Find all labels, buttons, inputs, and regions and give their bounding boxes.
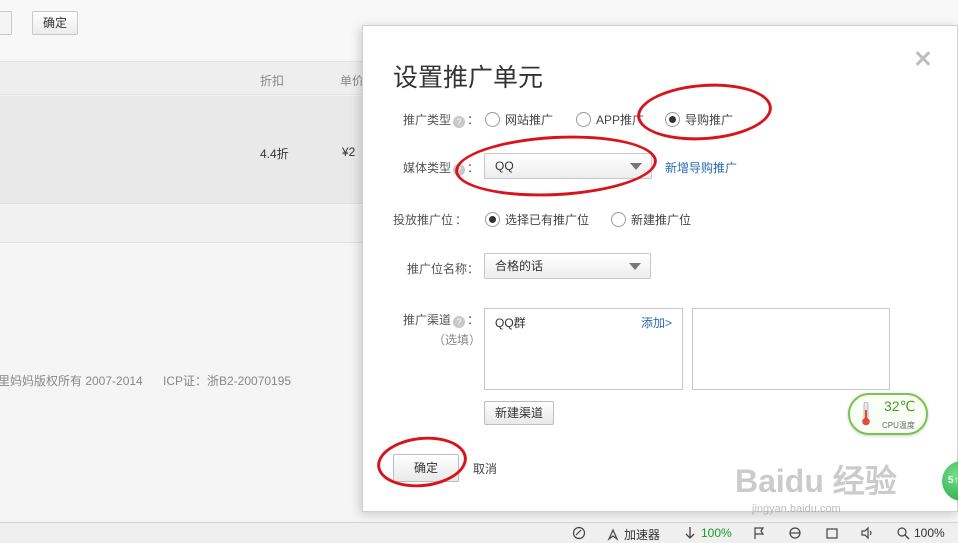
header-discount: 折扣 [260, 74, 285, 88]
add-channel-link[interactable]: 添加> [641, 314, 672, 331]
top-confirm-button[interactable]: 确定 [32, 11, 78, 35]
zoom-level: 100% [914, 526, 945, 540]
confirm-button[interactable]: 确定 [393, 454, 459, 482]
help-icon[interactable]: ? [453, 164, 466, 176]
speaker-icon[interactable] [860, 526, 878, 540]
window-icon[interactable] [825, 526, 843, 540]
radio-website-promo[interactable]: 网站推广 [485, 111, 553, 128]
radio-icon [485, 112, 500, 127]
selected-channel-box[interactable] [692, 308, 890, 390]
cpu-temp-value: 32℃ [884, 398, 916, 414]
download-status[interactable]: 100% [683, 526, 732, 540]
cpu-temp-label: CPU温度 [882, 421, 915, 430]
list-item[interactable]: QQ群 [495, 314, 526, 331]
download-arrow-icon [685, 527, 695, 539]
dialog-title: 设置推广单元 [393, 64, 544, 92]
help-icon[interactable]: ? [453, 116, 466, 128]
radio-checked-icon [485, 212, 500, 227]
magnifier-icon [897, 527, 910, 540]
new-channel-button[interactable]: 新建渠道 [484, 401, 554, 425]
network-icon[interactable] [572, 526, 590, 540]
add-shopping-guide-link[interactable]: 新增导购推广 [665, 159, 737, 176]
accelerator-label: 加速器 [624, 528, 661, 542]
rocket-icon [607, 528, 619, 541]
radio-shopping-guide-promo[interactable]: 导购推广 [665, 111, 733, 128]
chevron-down-icon [629, 263, 641, 270]
radio-icon [576, 112, 591, 127]
radio-icon [611, 212, 626, 227]
footer-copyright: 里妈妈版权所有 2007-2014 [0, 374, 143, 388]
cell-unit-price: ¥2 [342, 145, 356, 159]
accelerator-button[interactable]: 加速器 [606, 526, 660, 543]
radio-existing-placement[interactable]: 选择已有推广位 [485, 211, 589, 228]
placement-name-label: 推广位名称： [407, 262, 480, 276]
help-icon[interactable]: ? [453, 316, 466, 328]
channel-list-box[interactable]: QQ群 添加> [484, 308, 683, 390]
radio-checked-icon [665, 112, 680, 127]
media-type-label: 媒体类型?： [403, 161, 480, 176]
channel-label: 推广渠道?： [403, 313, 480, 328]
download-percent: 100% [701, 526, 732, 540]
media-type-select[interactable]: QQ [484, 153, 652, 179]
cpu-temperature-widget[interactable]: 32℃ CPU温度 [848, 393, 928, 435]
zoom-control[interactable]: 100% [896, 526, 945, 540]
cancel-link[interactable]: 取消 [473, 460, 497, 477]
header-unit-price: 单价 [340, 74, 365, 88]
partial-button[interactable] [0, 11, 12, 35]
channel-optional-note: （选填） [433, 333, 482, 347]
promo-type-label: 推广类型?： [403, 113, 480, 128]
placement-label: 投放推广位： [393, 213, 468, 227]
footer-icp[interactable]: ICP证：浙B2-20070195 [163, 372, 291, 389]
thermometer-icon [862, 402, 870, 426]
close-icon[interactable] [913, 48, 933, 68]
radio-app-promo[interactable]: APP推广 [576, 111, 644, 128]
promotion-unit-dialog: 设置推广单元 推广类型?： 网站推广 APP推广 导购推广 媒体类型?： QQ … [362, 25, 958, 512]
flag-icon[interactable] [752, 526, 770, 540]
chevron-down-icon [630, 163, 642, 170]
watermark-url: jingyan.baidu.com [752, 503, 841, 515]
placement-name-select[interactable]: 合格的话 [484, 253, 651, 279]
baidu-watermark: Baidu 经验 [735, 463, 897, 499]
ie-compat-icon[interactable] [788, 526, 806, 540]
radio-new-placement[interactable]: 新建推广位 [611, 211, 691, 228]
browser-status-bar: 加速器 100% 100% [0, 522, 958, 543]
cell-discount: 4.4折 [260, 147, 289, 161]
